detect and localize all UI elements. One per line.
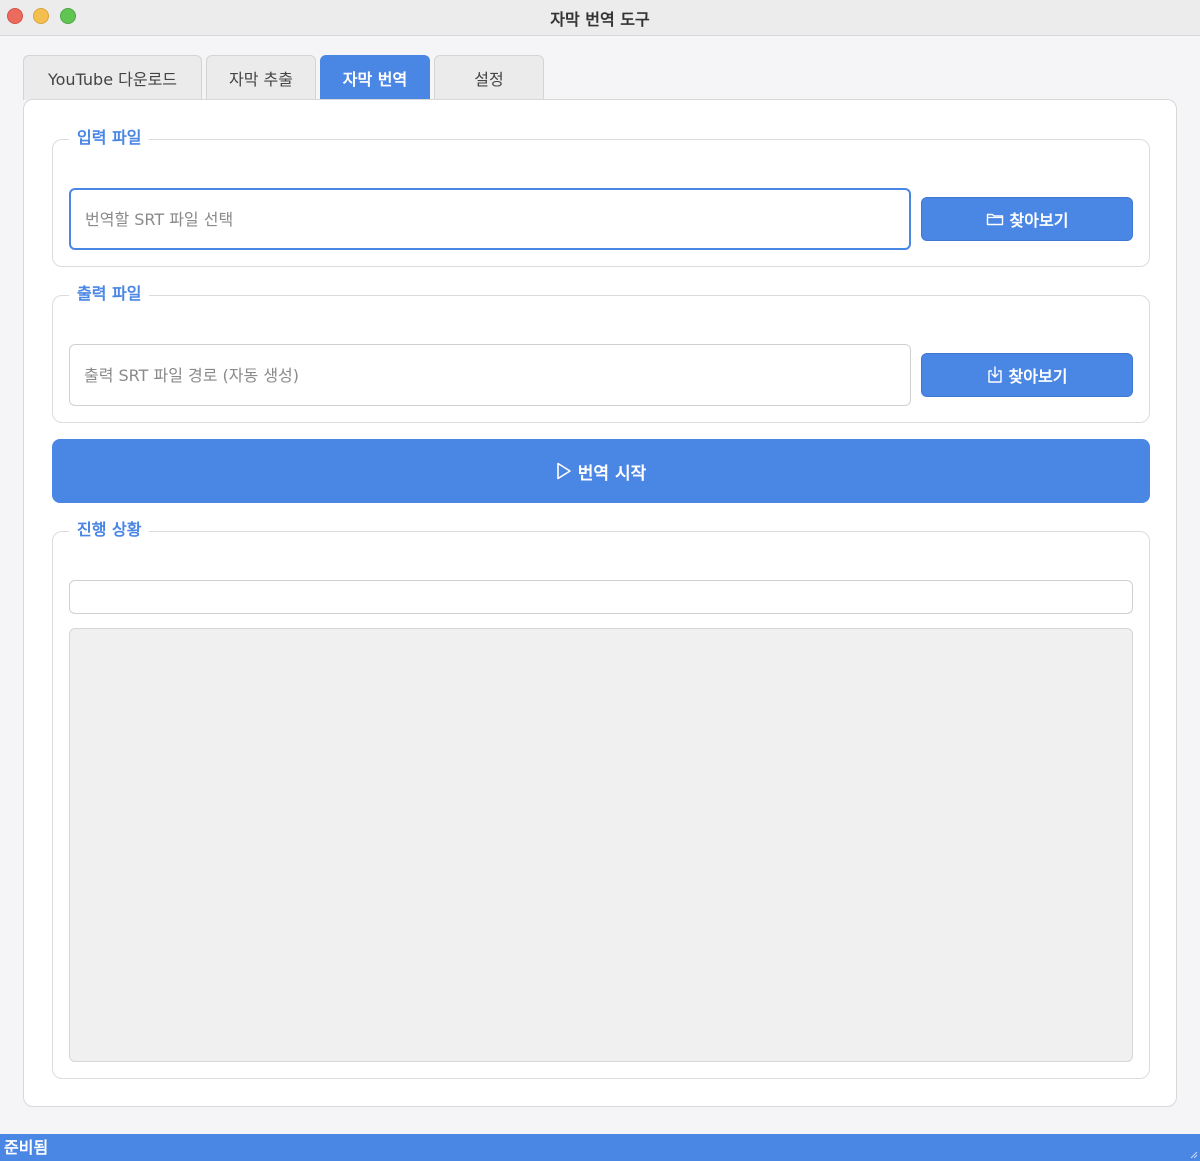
output-browse-button[interactable]: 찾아보기: [921, 353, 1133, 397]
progress-group: 진행 상황: [52, 518, 1150, 1079]
status-bar: 준비됨: [0, 1134, 1200, 1161]
tab-settings[interactable]: 설정: [434, 55, 544, 100]
log-output[interactable]: [69, 628, 1133, 1062]
resize-grip-icon[interactable]: [1188, 1149, 1198, 1159]
window-title: 자막 번역 도구: [550, 10, 650, 29]
start-translation-label: 번역 시작: [577, 463, 647, 484]
progress-bar: [69, 580, 1133, 614]
input-file-group: 입력 파일 찾아보기: [52, 126, 1150, 267]
output-file-field[interactable]: [69, 344, 911, 406]
translate-panel: 입력 파일 찾아보기 출력 파일 찾아보기: [23, 99, 1177, 1107]
output-browse-label: 찾아보기: [1008, 367, 1068, 386]
tab-youtube-download[interactable]: YouTube 다운로드: [23, 55, 202, 100]
title-bar[interactable]: 자막 번역 도구: [0, 0, 1200, 36]
input-file-field[interactable]: [69, 188, 911, 250]
input-browse-button[interactable]: 찾아보기: [921, 197, 1133, 241]
start-translation-button[interactable]: 번역 시작: [52, 439, 1150, 503]
folder-icon: [986, 213, 1003, 226]
play-icon: [556, 462, 571, 480]
input-browse-label: 찾아보기: [1009, 211, 1069, 230]
input-file-group-title: 입력 파일: [69, 126, 150, 150]
progress-group-title: 진행 상황: [69, 518, 150, 542]
status-text: 준비됨: [4, 1138, 49, 1157]
app-window: 자막 번역 도구 YouTube 다운로드 자막 추출 자막 번역 설정 입력 …: [0, 0, 1200, 1161]
save-icon: [987, 366, 1002, 383]
output-file-group-title: 출력 파일: [69, 282, 150, 306]
output-file-group: 출력 파일 찾아보기: [52, 282, 1150, 423]
tab-subtitle-extract[interactable]: 자막 추출: [206, 55, 316, 100]
tab-subtitle-translate[interactable]: 자막 번역: [320, 55, 430, 100]
